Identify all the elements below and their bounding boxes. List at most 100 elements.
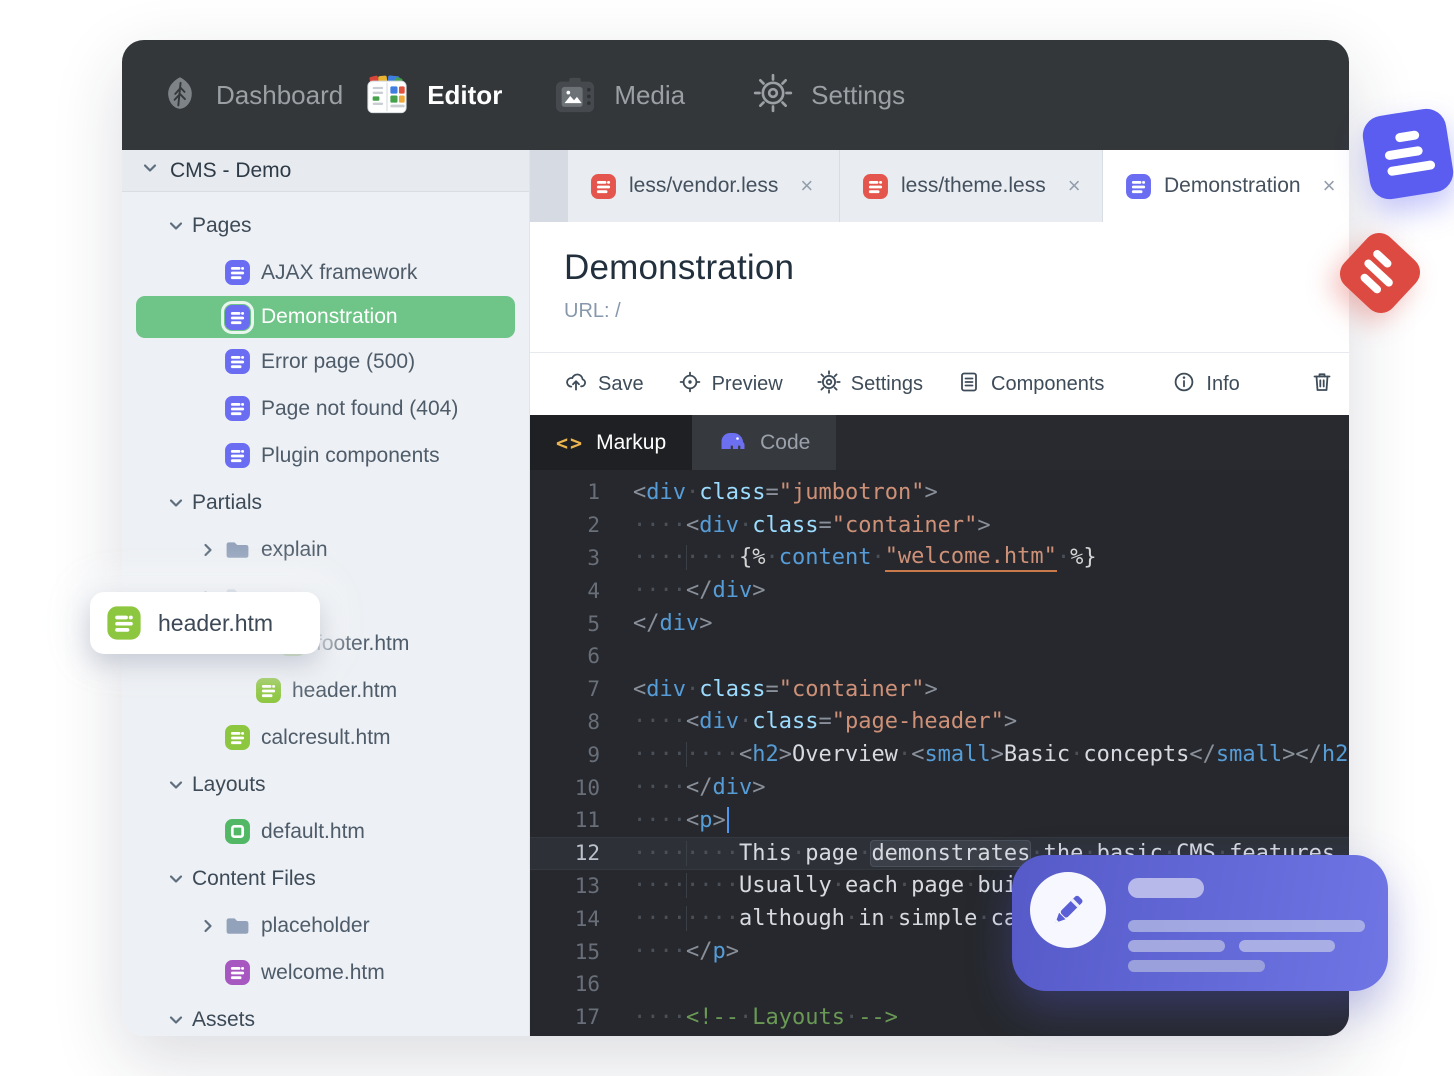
layout-file-icon [224,818,251,845]
partial-file-icon [106,605,142,641]
delete-button[interactable] [1310,370,1334,399]
skeleton-line [1128,920,1365,932]
document-tab-less-vendor-less[interactable]: less/vendor.less × [568,150,840,222]
tree-item-label: welcome.htm [261,960,385,984]
tree-section-assets[interactable]: Assets [122,996,529,1036]
angle-brackets-icon: <> [556,430,585,455]
tree-item-label: Error page (500) [261,349,416,373]
code-line-content: ···· ···· although·in·simple·ca [633,906,1018,932]
tree-item-error-page-500-[interactable]: Error page (500) [122,338,529,385]
sidebar-title: CMS - Demo [170,158,292,182]
folder-icon [224,912,251,939]
tree-item-ajax-framework[interactable]: AJAX framework [122,249,529,296]
tree-item-label: AJAX framework [261,260,418,284]
chevron-down-icon [168,1012,184,1028]
save-button[interactable]: Save [564,370,644,399]
chevron-down-icon [168,871,184,887]
content-file-icon [224,959,251,986]
tree-item-plugin-components[interactable]: Plugin components [122,432,529,479]
components-button[interactable]: Components [957,370,1104,399]
chevron-down-icon [142,160,158,181]
nav-item-media[interactable]: Media [554,75,685,115]
editor-tab-markup[interactable]: <> Markup [530,415,693,470]
code-line-4[interactable]: 4 ···· </div > [530,574,1349,607]
code-line-9[interactable]: 9 ···· ···· < h2 > Overview· < small > Basic·conc… [530,738,1349,771]
editor-tab-label: Code [760,430,811,454]
tree-item-calcresult-htm[interactable]: calcresult.htm [122,714,529,761]
tree-section-partials[interactable]: Partials [122,479,529,526]
skeleton-title [1128,878,1204,898]
code-line-content: < div · class = "container" > [633,676,938,702]
editor-icon [365,74,409,116]
tree-item-label: footer.htm [316,631,410,655]
nav-item-dashboard[interactable]: Dashboard [162,75,343,116]
chevron-down-icon [168,495,184,511]
tabbar-spacer [530,150,568,222]
tree-item-welcome-htm[interactable]: welcome.htm [122,949,529,996]
close-icon[interactable]: × [1323,173,1336,199]
tree-item-header-htm[interactable]: header.htm [122,667,529,714]
line-number: 3 [587,545,600,570]
line-number: 4 [587,578,600,603]
info-button[interactable]: Info [1172,370,1240,399]
code-line-content: ···· ···· < h2 > Overview· < small > Basic·concep… [633,742,1349,768]
tree-section-content-files[interactable]: Content Files [122,855,529,902]
document-header: Demonstration URL: / [530,222,1349,352]
nav-item-label: Editor [427,79,503,110]
code-line-2[interactable]: 2 ···· < div · class = "container" > [530,509,1349,542]
text-cursor [726,807,729,834]
tree-section-layouts[interactable]: Layouts [122,761,529,808]
code-line-5[interactable]: 5 </div > [530,607,1349,640]
tree-item-page-not-found-404-[interactable]: Page not found (404) [122,385,529,432]
tree-item-label: calcresult.htm [261,725,391,749]
code-line-18[interactable]: 18 ····<h2>Layouts</h2> [530,1034,1349,1036]
trash-icon [1310,372,1334,398]
code-line-10[interactable]: 10 ···· </div > [530,771,1349,804]
code-line-content: </div > [633,611,713,637]
page-url: URL: / [564,300,1315,323]
nav-item-settings[interactable]: Settings [753,73,905,118]
tree-section-pages[interactable]: Pages [122,202,529,249]
document-tab-demonstration[interactable]: Demonstration × [1103,150,1349,222]
code-line-8[interactable]: 8 ···· < div · class = "page-header" > [530,706,1349,739]
nav-item-editor[interactable]: Editor [365,74,502,116]
editor-tab-label: Markup [596,430,667,454]
sidebar-header[interactable]: CMS - Demo [122,150,529,192]
tree-item-label: Page not found (404) [261,396,459,420]
tree-item-demonstration[interactable]: Demonstration [136,296,515,338]
code-line-3[interactable]: 3 ···· ···· {% · content · "welcome.htm" ·%} [530,542,1349,575]
code-line-7[interactable]: 7 < div · class = "container" > [530,673,1349,706]
code-line-6[interactable]: 6 [530,640,1349,673]
preview-button[interactable]: Preview [678,370,783,399]
gear-icon [753,73,793,118]
tree-item-default-htm[interactable]: default.htm [122,808,529,855]
line-number: 1 [587,480,600,505]
tree-item-explain[interactable]: explain [122,526,529,573]
code-line-17[interactable]: 17 ···· <!--·Layouts·--> [530,1001,1349,1034]
asset-file-icon [590,173,617,200]
tree-item-placeholder[interactable]: placeholder [122,902,529,949]
line-number: 11 [574,808,600,833]
drag-ghost-card[interactable]: header.htm [90,592,320,654]
chevron-right-icon [200,918,216,934]
line-number: 13 [574,873,600,898]
code-line-content: ···· < div · class = "container" > [633,512,991,538]
editor-tab-code[interactable]: Code [692,415,837,470]
code-line-11[interactable]: 11 ···· < p > [530,804,1349,837]
asset-file-icon [862,173,889,200]
top-nav: Dashboard Editor Media Settings [122,40,1349,150]
tree-section-label: Pages [192,213,252,237]
close-icon[interactable]: × [1068,173,1081,199]
document-tabbar: less/vendor.less × less/theme.less × Dem… [530,150,1349,222]
settings-button[interactable]: Settings [817,369,923,399]
leaf-logo-icon [162,75,198,116]
line-number: 8 [587,709,600,734]
page-lines-icon [1384,130,1436,176]
toolbar-button-label: Save [598,372,644,395]
page-file-icon [1125,173,1152,200]
tab-label: Demonstration [1164,174,1301,197]
code-line-1[interactable]: 1 < div · class = "jumbotron" > [530,476,1349,509]
nav-item-label: Dashboard [216,79,344,110]
document-tab-less-theme-less[interactable]: less/theme.less × [840,150,1103,222]
close-icon[interactable]: × [800,173,813,199]
